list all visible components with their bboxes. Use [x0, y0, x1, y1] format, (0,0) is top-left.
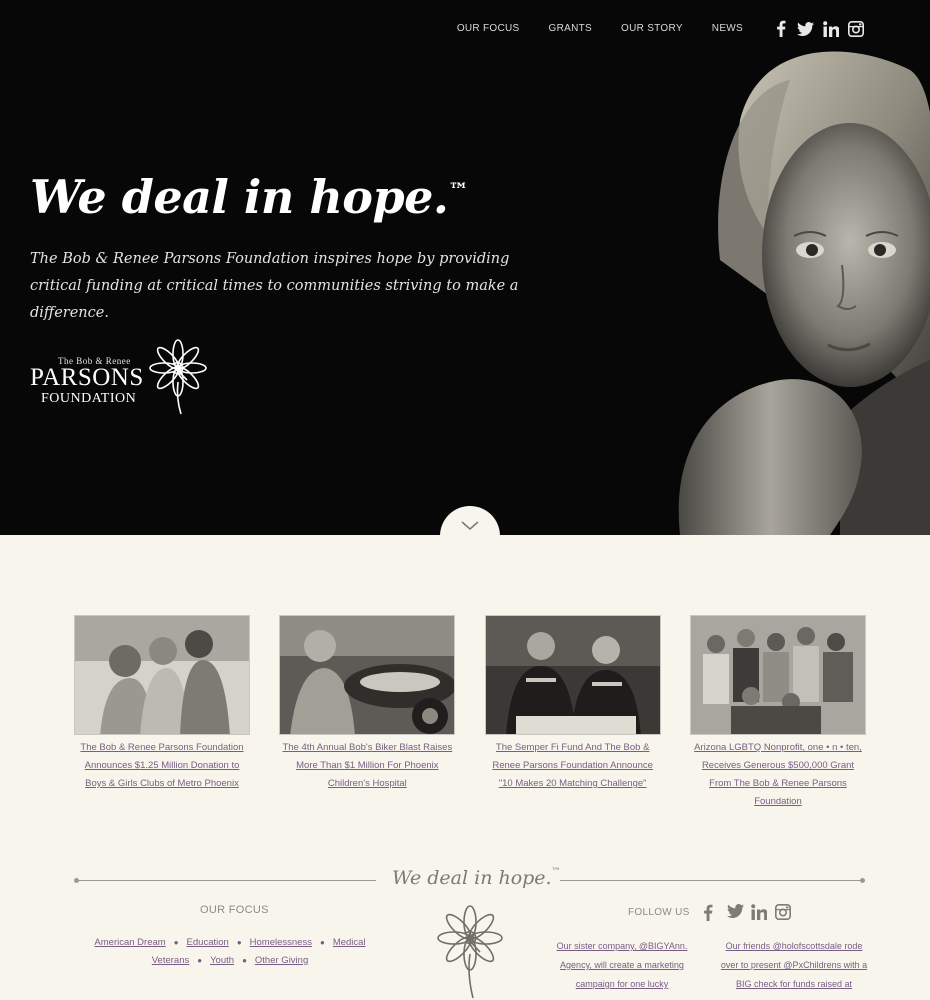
news-card[interactable]: The Semper Fi Fund And The Bob & Renee P…: [484, 615, 661, 811]
nav-our-focus[interactable]: OUR FOCUS: [457, 23, 520, 34]
separator-dot: ●: [236, 938, 242, 947]
logo-line-foundation: FOUNDATION: [41, 391, 137, 406]
daisy-flower-icon: [143, 338, 213, 421]
twitter-icon[interactable]: [726, 904, 744, 921]
instagram-icon[interactable]: [847, 20, 864, 37]
news-title[interactable]: The 4th Annual Bob's Biker Blast Raises …: [279, 739, 455, 793]
footer-follow-us: FOLLOW US: [628, 904, 792, 921]
news-title[interactable]: The Semper Fi Fund And The Bob & Renee P…: [485, 739, 661, 793]
focus-link-other-giving[interactable]: Other Giving: [255, 955, 308, 966]
nav-grants[interactable]: GRANTS: [549, 23, 592, 34]
news-photo-group: [689, 615, 866, 735]
top-navigation: OUR FOCUS GRANTS OUR STORY NEWS: [457, 20, 864, 37]
hero-photo-girl: [510, 0, 930, 535]
foundation-logo[interactable]: The Bob & Renee PARSONS FOUNDATION: [28, 338, 218, 418]
logo-line-parsons: PARSONS: [30, 364, 144, 391]
trademark-symbol: ™: [448, 178, 468, 202]
focus-link-education[interactable]: Education: [187, 937, 229, 948]
separator-dot: ●: [197, 956, 203, 965]
hero-banner: OUR FOCUS GRANTS OUR STORY NEWS We deal …: [0, 0, 930, 535]
footer-divider-left: [76, 880, 376, 881]
news-photo-kids: [74, 615, 250, 735]
focus-link-american-dream[interactable]: American Dream: [94, 937, 165, 948]
footer-divider-dot: [74, 878, 79, 883]
facebook-icon[interactable]: [772, 20, 789, 37]
news-card[interactable]: The 4th Annual Bob's Biker Blast Raises …: [279, 615, 456, 811]
hero-tagline: The Bob & Renee Parsons Foundation inspi…: [30, 251, 519, 321]
nav-our-story[interactable]: OUR STORY: [621, 23, 683, 34]
tweet-sister-company[interactable]: Our sister company, @BIGYAnn. Agency, wi…: [548, 937, 696, 994]
scroll-down-button[interactable]: [440, 506, 500, 566]
footer-trademark: ™: [551, 867, 561, 877]
facebook-icon[interactable]: [703, 904, 720, 921]
footer-tagline-text: We deal in hope.: [392, 867, 552, 889]
twitter-icon[interactable]: [797, 20, 814, 37]
separator-dot: ●: [319, 938, 325, 947]
news-photo-marines: [484, 615, 661, 735]
focus-link-veterans[interactable]: Veterans: [152, 955, 190, 966]
footer-tagline: We deal in hope.™: [392, 867, 561, 889]
header-social-links: [772, 20, 864, 37]
news-card[interactable]: The Bob & Renee Parsons Foundation Annou…: [74, 615, 250, 811]
nav-news[interactable]: NEWS: [712, 23, 743, 34]
separator-dot: ●: [242, 956, 247, 965]
footer-focus-links: American Dream ● Education ● Homelessness ● Me…: [80, 934, 380, 970]
news-title[interactable]: Arizona LGBTQ Nonprofit, one • n • ten, …: [690, 739, 866, 811]
news-cards: The Bob & Renee Parsons Foundation Annou…: [74, 615, 866, 811]
footer-focus-title: OUR FOCUS: [200, 904, 269, 916]
focus-link-homelessness[interactable]: Homelessness: [250, 937, 312, 948]
focus-link-medical[interactable]: Medical: [333, 937, 366, 948]
hero-headline: We deal in hope.™: [30, 170, 468, 224]
news-photo-motorcycle: [279, 615, 456, 735]
footer-divider-right: [560, 880, 862, 881]
tweet-friends-check[interactable]: Our friends @holofscottsdale rode over t…: [720, 937, 868, 994]
separator-dot: ●: [173, 938, 179, 947]
focus-link-youth[interactable]: Youth: [210, 955, 234, 966]
instagram-icon[interactable]: [774, 904, 792, 921]
hero-headline-text: We deal in hope.: [30, 170, 449, 224]
footer-divider-dot: [860, 878, 865, 883]
follow-us-label: FOLLOW US: [628, 907, 690, 918]
news-card[interactable]: Arizona LGBTQ Nonprofit, one • n • ten, …: [689, 615, 866, 811]
footer-daisy-logo-icon[interactable]: [432, 902, 508, 1000]
linkedin-icon[interactable]: [822, 20, 839, 37]
news-title[interactable]: The Bob & Renee Parsons Foundation Annou…: [74, 739, 250, 793]
chevron-down-icon: [461, 518, 479, 566]
linkedin-icon[interactable]: [750, 904, 768, 921]
